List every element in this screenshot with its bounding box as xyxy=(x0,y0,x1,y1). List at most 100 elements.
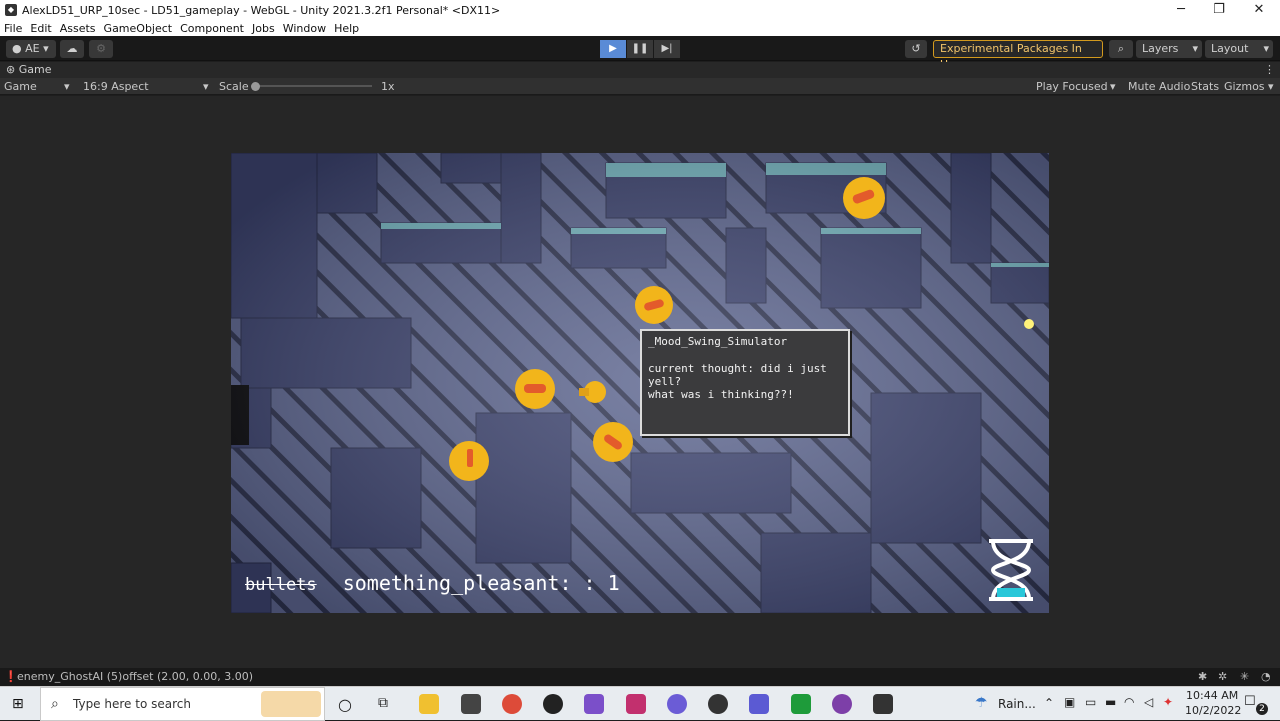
chevron-down-icon: ▾ xyxy=(1110,80,1116,93)
dialog-line-1: current thought: did i just yell? xyxy=(648,362,827,388)
github-icon[interactable] xyxy=(832,694,852,714)
play-controls: ▶ ❚❚ ▶| xyxy=(600,40,681,58)
menu-window[interactable]: Window xyxy=(279,22,330,35)
chevron-up-icon[interactable]: ⌃ xyxy=(1044,696,1054,710)
wifi-icon[interactable]: ◠ xyxy=(1124,695,1134,709)
menu-jobs[interactable]: Jobs xyxy=(248,22,279,35)
volume-icon[interactable]: ◁ xyxy=(1144,695,1153,709)
maximize-button[interactable]: ❐ xyxy=(1199,0,1239,20)
more-options-icon[interactable]: ⋮ xyxy=(1264,62,1275,78)
notification-icon[interactable]: ☐ xyxy=(1244,694,1256,709)
scale-label: Scale xyxy=(219,80,249,93)
collab-status-icon[interactable]: ✳ xyxy=(1240,668,1249,686)
cloud-button[interactable]: ☁ xyxy=(60,40,84,58)
debug-icon[interactable]: ✱ xyxy=(1198,668,1207,686)
menu-gameobject[interactable]: GameObject xyxy=(100,22,177,35)
game-view-toolbar: Game ▾ 16:9 Aspect ▾ Scale 1x Play Focus… xyxy=(0,78,1280,95)
taskbar-search-box[interactable]: ⌕ Type here to search xyxy=(40,687,325,721)
status-message[interactable]: enemy_GhostAI (5)offset (2.00, 0.00, 3.0… xyxy=(17,668,253,686)
play-button[interactable]: ▶ xyxy=(600,40,626,58)
unity-logo-icon: ◆ xyxy=(5,4,17,16)
weather-icon[interactable]: ☂ xyxy=(975,695,988,711)
experimental-packages-dropdown[interactable]: Experimental Packages In Use ▾ xyxy=(933,40,1103,71)
play-icon: ▶ xyxy=(609,43,617,54)
menu-file[interactable]: File xyxy=(0,22,26,35)
tray-icon-red[interactable]: ✦ xyxy=(1163,695,1173,709)
account-icon: ● xyxy=(12,42,22,55)
menu-component[interactable]: Component xyxy=(176,22,248,35)
ghost-enemy-5 xyxy=(449,441,489,481)
chevron-down-icon: ▾ xyxy=(43,42,49,55)
xbox-icon[interactable] xyxy=(791,694,811,714)
clock-date[interactable]: 10/2/2022 xyxy=(1185,704,1241,717)
cortana-icon[interactable]: ○ xyxy=(338,695,352,714)
window-titlebar: ◆ AlexLD51_URP_10sec - LD51_gameplay - W… xyxy=(0,0,1280,20)
search-button[interactable]: ⌕ xyxy=(1109,40,1133,58)
app-icon-pink[interactable] xyxy=(626,694,646,714)
minimize-button[interactable]: ─ xyxy=(1161,0,1201,20)
layout-dropdown[interactable]: Layout ▾ xyxy=(1205,40,1273,58)
stats-toggle[interactable]: Stats xyxy=(1191,78,1219,95)
tab-game-label: Game xyxy=(18,63,52,76)
account-label: AE xyxy=(25,42,40,55)
pause-button[interactable]: ❚❚ xyxy=(627,40,653,58)
unity-hub-icon[interactable] xyxy=(461,694,481,714)
layers-dropdown[interactable]: Layers ▾ xyxy=(1136,40,1202,58)
chevron-down-icon: ▾ xyxy=(1268,80,1274,93)
file-explorer-icon[interactable] xyxy=(419,694,439,714)
clock-time[interactable]: 10:44 AM xyxy=(1186,689,1238,702)
battery-icon[interactable]: ▬ xyxy=(1105,695,1116,709)
ghost-enemy-3 xyxy=(515,369,555,409)
aspect-dropdown[interactable]: 16:9 Aspect ▾ xyxy=(83,78,211,95)
task-view-icon[interactable]: ⧉ xyxy=(378,695,388,711)
scale-slider-track[interactable] xyxy=(252,85,372,87)
play-focused-dropdown[interactable]: Play Focused ▾ xyxy=(1036,78,1118,95)
ghost-enemy-4 xyxy=(593,422,633,462)
notification-count-badge: 2 xyxy=(1256,703,1268,715)
game-render[interactable]: _Mood_Swing_Simulator current thought: d… xyxy=(231,153,1049,613)
undo-history-button[interactable]: ↺ xyxy=(905,40,927,58)
tab-game[interactable]: ⊛ Game xyxy=(6,62,51,78)
chevron-down-icon: ▾ xyxy=(64,80,70,93)
pause-icon: ❚❚ xyxy=(631,43,649,54)
mute-audio-toggle[interactable]: Mute Audio xyxy=(1128,78,1190,95)
close-button[interactable]: ✕ xyxy=(1239,0,1279,20)
step-button[interactable]: ▶| xyxy=(654,40,680,58)
gizmos-label: Gizmos xyxy=(1224,80,1265,93)
chrome-icon[interactable] xyxy=(502,694,522,714)
info-icon: ❗ xyxy=(4,670,18,683)
aspect-label: 16:9 Aspect xyxy=(83,80,149,93)
steam-icon[interactable] xyxy=(543,694,563,714)
visual-studio-icon[interactable] xyxy=(584,694,604,714)
hud-counter: bullets something_pleasant: : 1 xyxy=(245,571,620,595)
tray-icon-meet[interactable]: ▣ xyxy=(1064,695,1075,709)
step-icon: ▶| xyxy=(661,43,673,54)
menu-help[interactable]: Help xyxy=(330,22,363,35)
tray-icon-display[interactable]: ▭ xyxy=(1085,695,1096,709)
status-bar: ❗ enemy_GhostAI (5)offset (2.00, 0.00, 3… xyxy=(0,668,1280,686)
game-tab-row: ⊛ Game ⋮ xyxy=(0,62,1280,78)
cloud-icon: ☁ xyxy=(66,42,78,55)
scale-value: 1x xyxy=(381,80,395,93)
windows-start-icon[interactable]: ⊞ xyxy=(12,696,28,712)
play-focused-label: Play Focused xyxy=(1036,80,1108,93)
history-icon: ↺ xyxy=(911,42,921,55)
account-dropdown[interactable]: ● AE ▾ xyxy=(6,40,56,58)
menu-assets[interactable]: Assets xyxy=(56,22,100,35)
scale-slider-handle[interactable] xyxy=(251,82,260,91)
menu-edit[interactable]: Edit xyxy=(26,22,55,35)
gizmos-dropdown[interactable]: Gizmos ▾ xyxy=(1224,78,1278,95)
obsidian-icon[interactable] xyxy=(749,694,769,714)
chevron-down-icon: ▾ xyxy=(1263,42,1269,55)
discord-icon[interactable] xyxy=(667,694,687,714)
weather-label[interactable]: Rain... xyxy=(998,697,1036,711)
unity-editor-icon[interactable] xyxy=(873,694,893,714)
collab-button[interactable]: ⚙ xyxy=(89,40,113,58)
progress-icon[interactable]: ✲ xyxy=(1218,668,1227,686)
hud-text: something_pleasant: : 1 xyxy=(342,571,620,595)
layout-label: Layout xyxy=(1211,42,1249,55)
cache-icon[interactable]: ◔ xyxy=(1261,668,1271,686)
app-icon-dark[interactable] xyxy=(708,694,728,714)
display-dropdown[interactable]: Game ▾ xyxy=(4,78,74,95)
hud-crossed-label: bullets xyxy=(245,575,317,595)
